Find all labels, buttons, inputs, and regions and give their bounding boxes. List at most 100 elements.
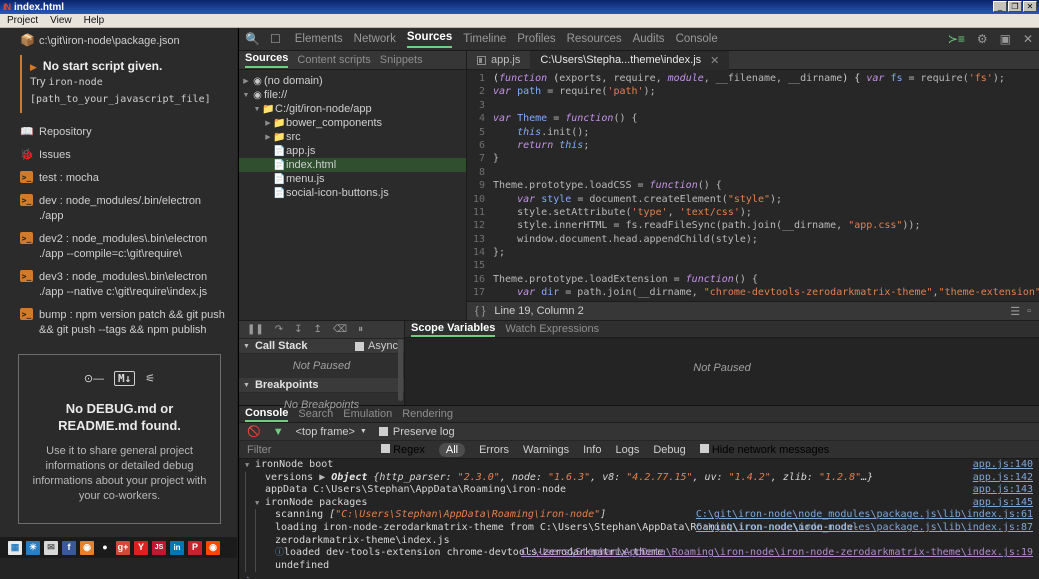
source-link[interactable]: app.js:142: [973, 472, 1033, 485]
tree-item-bower-components[interactable]: ▶ 📁 bower_components: [239, 116, 466, 130]
pause-icon[interactable]: ❚❚: [247, 324, 264, 335]
console-drawer-icon[interactable]: ≻≡: [948, 32, 965, 46]
email-icon[interactable]: ✉: [44, 541, 58, 555]
regex-checkbox[interactable]: Regex: [381, 444, 425, 456]
source-link[interactable]: C:\git\iron-node\node_modules\package.js…: [696, 509, 1033, 522]
filter-funnel-icon[interactable]: ▼: [273, 426, 284, 438]
source-link[interactable]: app.js:145: [973, 497, 1033, 510]
twitter-icon[interactable]: ☀: [26, 541, 40, 555]
tab-console[interactable]: Console: [676, 33, 718, 45]
settings-gear-icon[interactable]: ⚙: [977, 32, 988, 46]
sidebar-item-issues[interactable]: 🐞 Issues: [6, 142, 231, 165]
clear-console-icon[interactable]: 🚫: [247, 425, 261, 438]
level-all[interactable]: All: [439, 443, 465, 457]
step-over-icon[interactable]: ↷: [275, 324, 283, 335]
tree-item-app-js[interactable]: 📄 app.js: [239, 144, 466, 158]
drawer-tab-rendering[interactable]: Rendering: [402, 408, 453, 420]
package-json-row[interactable]: 📦 c:\git\iron-node\package.json: [6, 28, 231, 51]
close-button[interactable]: ✕: [1023, 1, 1037, 12]
list-icon[interactable]: ☰: [1010, 305, 1020, 318]
tree-item-no-domain[interactable]: ▶ ◉ (no domain): [239, 74, 466, 88]
console-log-row[interactable]: appData C:\Users\Stephan\AppData\Roaming…: [239, 484, 1039, 497]
tab-audits[interactable]: Audits: [633, 33, 665, 45]
menu-view[interactable]: View: [50, 15, 72, 26]
disclosure-icon[interactable]: [255, 484, 265, 497]
dropdown-icon[interactable]: ▫: [1027, 305, 1031, 318]
script-item-dev2[interactable]: >_ dev2 : node_modules\.bin\electron ./a…: [6, 226, 231, 264]
async-checkbox[interactable]: Async: [355, 340, 398, 352]
source-link[interactable]: C:\git\iron-node\node_modules\package.js…: [696, 522, 1033, 535]
step-out-icon[interactable]: ↥: [314, 324, 322, 335]
tab-scope-variables[interactable]: Scope Variables: [411, 322, 495, 337]
chevron-down-icon[interactable]: ▼: [243, 382, 250, 389]
script-item-dev3[interactable]: >_ dev3 : node_modules\.bin\electron ./a…: [6, 264, 231, 302]
tree-item-app-folder[interactable]: ▼ 📁 C:/git/iron-node/app: [239, 102, 466, 116]
pretty-print-icon[interactable]: { }: [475, 305, 485, 317]
search-icon[interactable]: 🔍: [245, 32, 260, 46]
chevron-right-icon[interactable]: ▶: [263, 133, 273, 141]
breakpoints-header[interactable]: ▼ Breakpoints: [239, 378, 404, 393]
frame-selector[interactable]: <top frame> ▼: [296, 426, 367, 438]
js-icon[interactable]: JS: [152, 541, 166, 555]
chevron-down-icon[interactable]: ▼: [243, 343, 250, 350]
tab-timeline[interactable]: Timeline: [463, 33, 506, 45]
deactivate-breakpoints-icon[interactable]: ⌫: [333, 324, 347, 335]
disclosure-icon[interactable]: [265, 522, 275, 547]
pause-on-exceptions-icon[interactable]: ⏸: [358, 324, 363, 335]
tab-watch-expressions[interactable]: Watch Expressions: [505, 323, 599, 335]
level-errors[interactable]: Errors: [479, 444, 509, 456]
menu-help[interactable]: Help: [84, 15, 105, 26]
pinterest-icon[interactable]: P: [188, 541, 202, 555]
checkbox-icon[interactable]: [700, 444, 709, 453]
disclosure-icon[interactable]: ▼: [245, 459, 255, 472]
console-log-row[interactable]: ▼ironNode bootapp.js:140: [239, 459, 1039, 472]
reddit-icon[interactable]: ◉: [206, 541, 220, 555]
level-warnings[interactable]: Warnings: [523, 444, 569, 456]
hide-network-checkbox[interactable]: Hide network messages: [700, 444, 829, 456]
close-icon[interactable]: ✕: [1023, 32, 1033, 46]
windows-icon[interactable]: ▦: [8, 541, 22, 555]
disclosure-icon[interactable]: [265, 509, 275, 522]
tree-item-file-protocol[interactable]: ▼ ◉ file://: [239, 88, 466, 102]
chevron-right-icon[interactable]: ▶: [241, 77, 251, 85]
level-debug[interactable]: Debug: [653, 444, 685, 456]
googleplus-icon[interactable]: g+: [116, 541, 130, 555]
minimize-button[interactable]: _: [993, 1, 1007, 12]
source-link[interactable]: app.js:140: [973, 459, 1033, 472]
disclosure-icon[interactable]: ▼: [255, 497, 265, 510]
disclosure-icon[interactable]: [265, 547, 275, 560]
facebook-icon[interactable]: f: [62, 541, 76, 555]
github-icon[interactable]: ●: [98, 541, 112, 555]
filter-input[interactable]: Filter: [247, 444, 367, 456]
level-logs[interactable]: Logs: [615, 444, 639, 456]
menu-project[interactable]: Project: [7, 15, 38, 26]
close-icon[interactable]: ✕: [710, 54, 719, 67]
scrollbar[interactable]: [398, 339, 403, 401]
file-tab-index-js[interactable]: C:\Users\Stepha...theme\index.js ✕: [530, 51, 729, 70]
console-log-row[interactable]: loading iron-node-zerodarkmatrix-theme f…: [239, 522, 1039, 547]
subtab-sources[interactable]: Sources: [245, 52, 288, 68]
tab-sources[interactable]: Sources: [407, 31, 452, 48]
script-item-bump[interactable]: >_ bump : npm version patch && git push …: [6, 302, 231, 340]
tree-item-src[interactable]: ▶ 📁 src: [239, 130, 466, 144]
instagram-icon[interactable]: ◉: [80, 541, 94, 555]
console-log-row[interactable]: ⓘ loaded dev-tools-extension chrome-devt…: [239, 547, 1039, 560]
restore-button[interactable]: ❐: [1008, 1, 1022, 12]
preserve-log-checkbox[interactable]: Preserve log: [379, 426, 455, 438]
yahoo-icon[interactable]: Y: [134, 541, 148, 555]
sidebar-item-repository[interactable]: 📖 Repository: [6, 119, 231, 142]
checkbox-icon[interactable]: [381, 444, 390, 453]
tab-elements[interactable]: Elements: [295, 33, 343, 45]
tree-item-menu-js[interactable]: 📄 menu.js: [239, 172, 466, 186]
code-editor[interactable]: 1(function (exports, require, module, __…: [467, 70, 1039, 320]
checkbox-icon[interactable]: [379, 427, 388, 436]
tree-item-social-icon-buttons-js[interactable]: 📄 social-icon-buttons.js: [239, 186, 466, 200]
checkbox-icon[interactable]: [355, 342, 364, 351]
console-log-row[interactable]: undefined: [239, 560, 1039, 573]
chevron-down-icon[interactable]: ▼: [241, 92, 251, 99]
console-output[interactable]: ▼ironNode bootapp.js:140versions ▶ Objec…: [239, 459, 1039, 578]
subtab-content-scripts[interactable]: Content scripts: [297, 54, 370, 66]
linkedin-icon[interactable]: in: [170, 541, 184, 555]
disclosure-icon[interactable]: [255, 472, 265, 485]
chevron-right-icon[interactable]: ▶: [263, 119, 273, 127]
